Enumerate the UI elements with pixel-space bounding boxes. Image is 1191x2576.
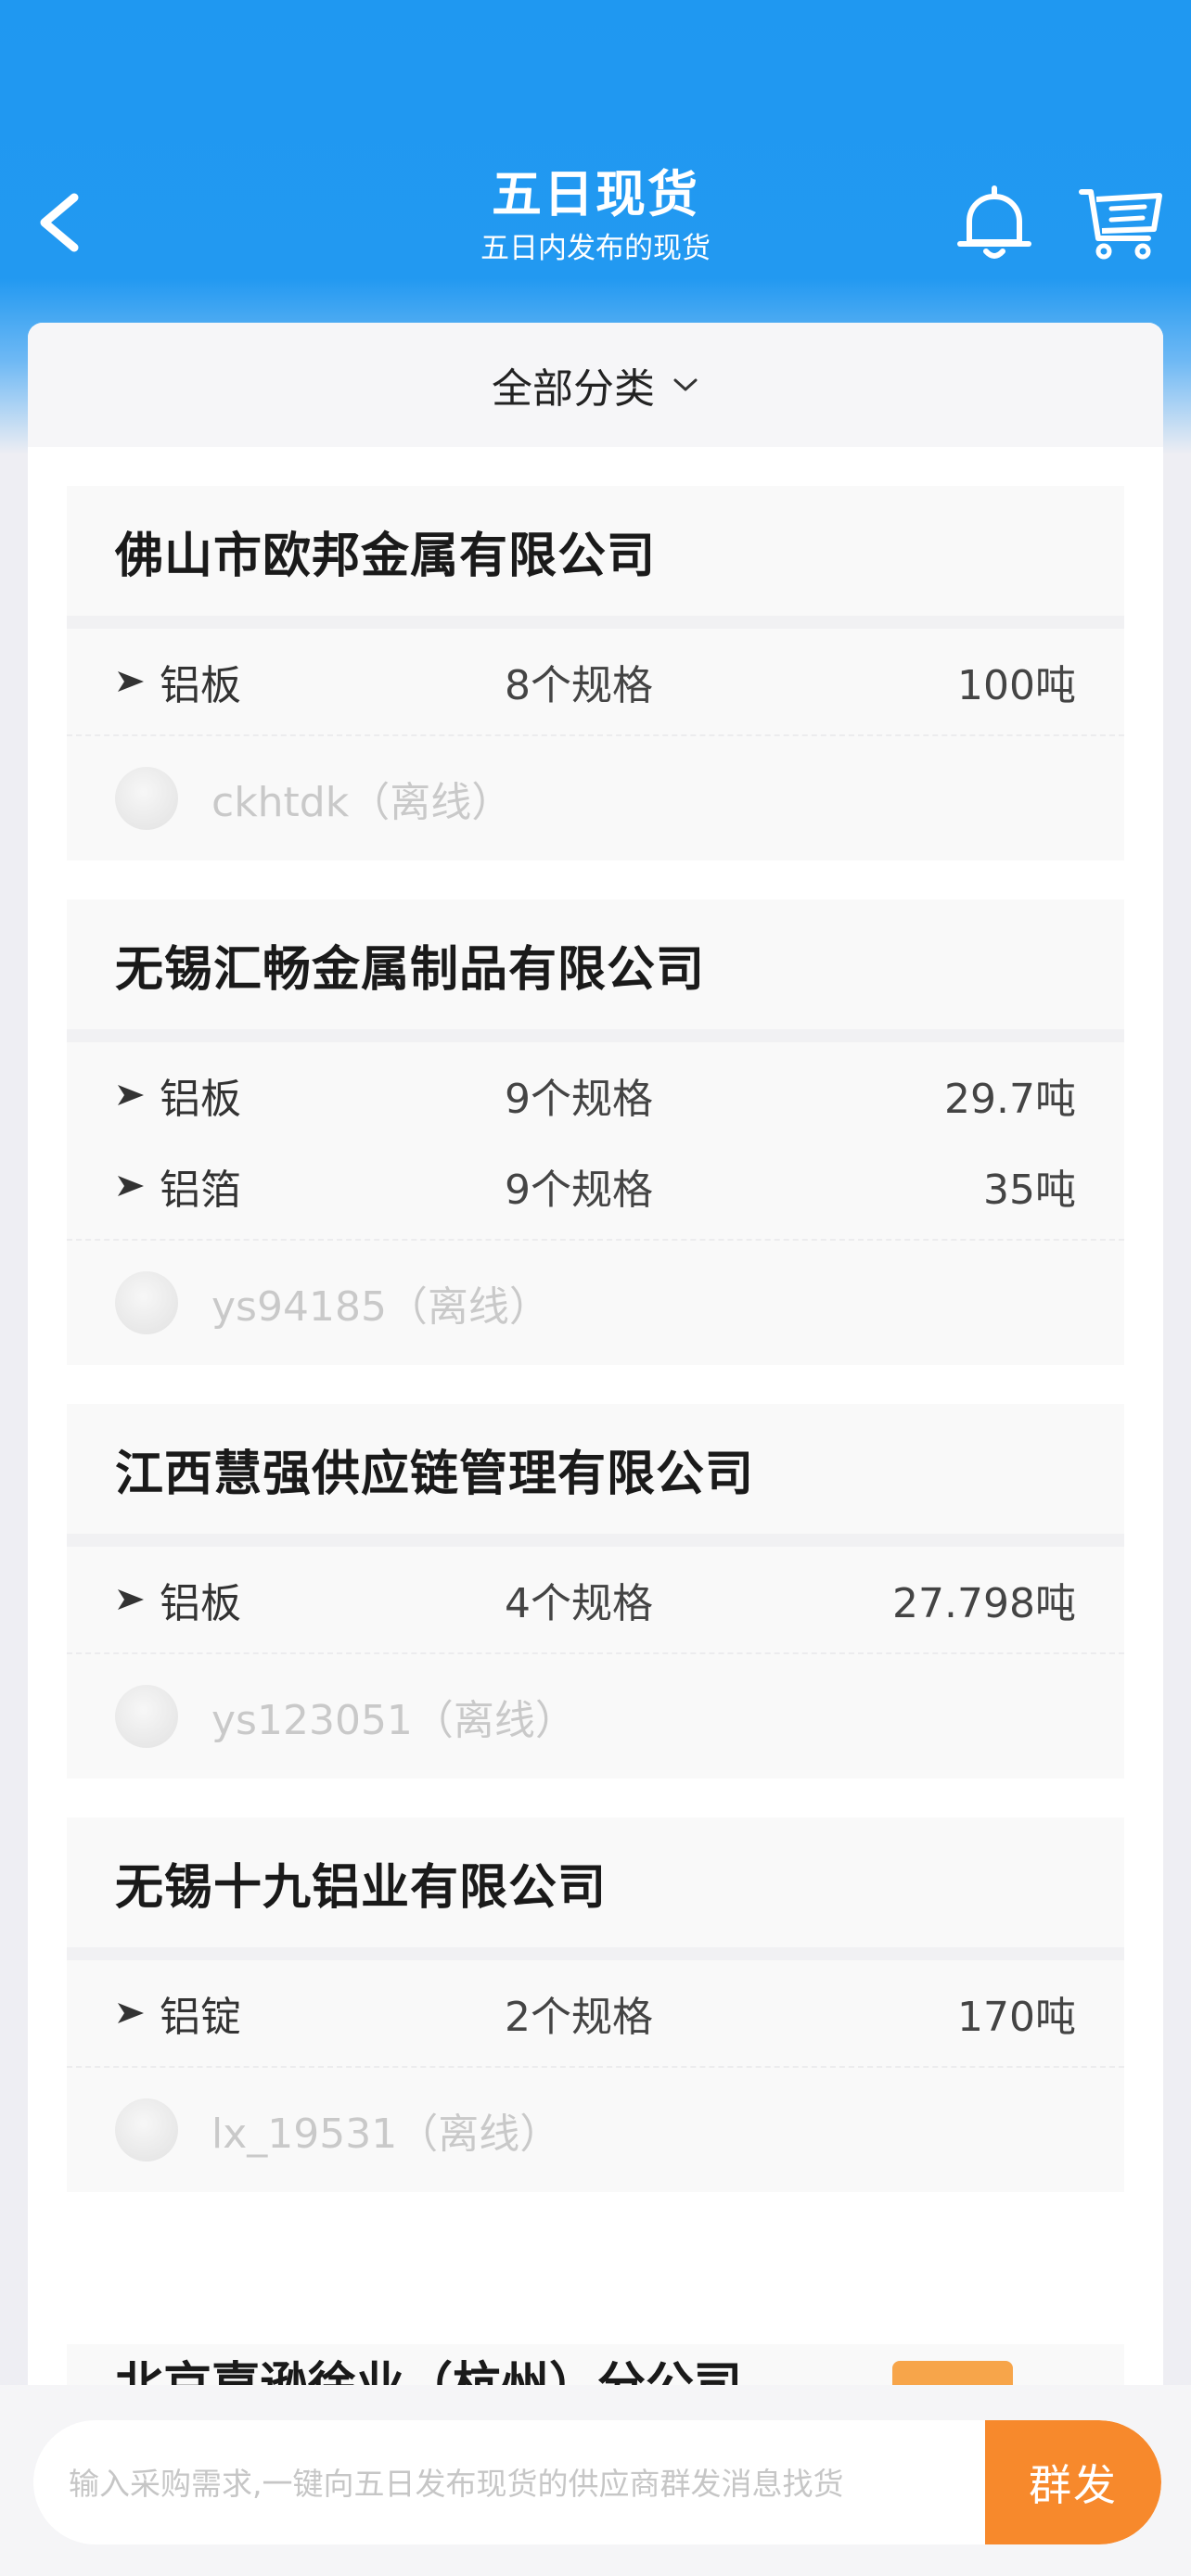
- supplier-card: 江西慧强供应链管理有限公司 铝板 4个规格 27.798吨 ys123051（离…: [67, 1404, 1124, 1779]
- message-input[interactable]: [67, 2420, 998, 2544]
- product-quantity: 29.7吨: [944, 1076, 1076, 1123]
- product-row[interactable]: 铝板 8个规格 100吨: [67, 636, 1124, 727]
- cart-button[interactable]: [1076, 181, 1169, 264]
- product-name: 铝板: [160, 1076, 241, 1123]
- product-specs: 9个规格: [505, 1167, 653, 1214]
- arrow-right-icon: [118, 671, 144, 692]
- bottom-bar: 群发: [0, 2385, 1191, 2576]
- cart-icon: [1079, 189, 1162, 260]
- company-name: 无锡十九铝业有限公司: [115, 1859, 608, 1916]
- arrow-right-icon: [118, 2003, 144, 2023]
- supplier-card: 无锡汇畅金属制品有限公司 铝板 9个规格 29.7吨 铝箔 9个规格 35吨 y…: [67, 899, 1124, 1365]
- product-row[interactable]: 铝板 9个规格 29.7吨: [67, 1050, 1124, 1141]
- company-row[interactable]: 无锡十九铝业有限公司: [67, 1817, 1124, 1947]
- company-row[interactable]: 江西慧强供应链管理有限公司: [67, 1404, 1124, 1534]
- supplier-card: 无锡十九铝业有限公司 铝锭 2个规格 170吨 lx_19531（离线）: [67, 1817, 1124, 2192]
- company-name: 江西慧强供应链管理有限公司: [115, 1446, 755, 1502]
- supplier-card: 佛山市欧邦金属有限公司 铝板 8个规格 100吨 ckhtdk（离线）: [67, 486, 1124, 861]
- product-specs: 2个规格: [505, 1994, 653, 2041]
- avatar: [115, 767, 178, 830]
- avatar: [115, 1685, 178, 1748]
- product-name: 铝锭: [160, 1994, 241, 2041]
- product-name: 铝板: [160, 662, 241, 709]
- seller-row[interactable]: lx_19531（离线）: [67, 2068, 1124, 2192]
- company-row[interactable]: 佛山市欧邦金属有限公司: [67, 486, 1124, 616]
- product-specs: 4个规格: [505, 1580, 653, 1627]
- content-card: 全部分类 佛山市欧邦金属有限公司 铝板 8个规格 100吨 ckhtdk（离线）…: [28, 323, 1163, 2576]
- chevron-down-icon: [673, 378, 698, 391]
- product-specs: 9个规格: [505, 1076, 653, 1123]
- product-quantity: 100吨: [957, 662, 1076, 709]
- bell-icon: [957, 185, 1031, 259]
- avatar: [115, 2098, 178, 2162]
- header-title-block: 五日现货 五日内发布的现货: [317, 162, 874, 268]
- notification-button[interactable]: [951, 181, 1039, 264]
- product-quantity: 170吨: [957, 1994, 1076, 2041]
- product-row[interactable]: 铝锭 2个规格 170吨: [67, 1968, 1124, 2059]
- seller-name: ckhtdk（离线）: [211, 779, 513, 826]
- product-quantity: 35吨: [983, 1167, 1076, 1214]
- supplier-list: 佛山市欧邦金属有限公司 铝板 8个规格 100吨 ckhtdk（离线） 无锡汇畅…: [67, 486, 1124, 2231]
- card-divider: [67, 1029, 1124, 1042]
- message-box: 群发: [33, 2420, 1161, 2544]
- broadcast-button[interactable]: 群发: [985, 2420, 1161, 2544]
- arrow-right-icon: [118, 1176, 144, 1196]
- product-row[interactable]: 铝箔 9个规格 35吨: [67, 1141, 1124, 1231]
- page-subtitle: 五日内发布的现货: [480, 232, 711, 265]
- category-filter-label: 全部分类: [492, 365, 655, 413]
- company-name: 无锡汇畅金属制品有限公司: [115, 941, 706, 998]
- category-filter[interactable]: 全部分类: [28, 323, 1163, 447]
- seller-name: lx_19531（离线）: [211, 2111, 561, 2158]
- company-row[interactable]: 无锡汇畅金属制品有限公司: [67, 899, 1124, 1029]
- product-name: 铝箔: [160, 1167, 241, 1214]
- seller-row[interactable]: ys94185（离线）: [67, 1241, 1124, 1365]
- page-title: 五日现货: [492, 165, 699, 223]
- card-divider: [67, 1534, 1124, 1547]
- arrow-right-icon: [118, 1085, 144, 1105]
- company-name: 佛山市欧邦金属有限公司: [115, 528, 657, 584]
- seller-row[interactable]: ckhtdk（离线）: [67, 736, 1124, 861]
- arrow-right-icon: [118, 1589, 144, 1610]
- seller-name: ys123051（离线）: [211, 1697, 576, 1744]
- back-button[interactable]: [28, 181, 93, 264]
- avatar: [115, 1271, 178, 1334]
- product-specs: 8个规格: [505, 662, 653, 709]
- product-name: 铝板: [160, 1580, 241, 1627]
- card-divider: [67, 1947, 1124, 1960]
- chevron-left-icon: [40, 193, 79, 252]
- seller-name: ys94185（离线）: [211, 1283, 550, 1331]
- product-row[interactable]: 铝板 4个规格 27.798吨: [67, 1554, 1124, 1645]
- product-quantity: 27.798吨: [892, 1580, 1076, 1627]
- seller-row[interactable]: ys123051（离线）: [67, 1654, 1124, 1779]
- card-divider: [67, 616, 1124, 629]
